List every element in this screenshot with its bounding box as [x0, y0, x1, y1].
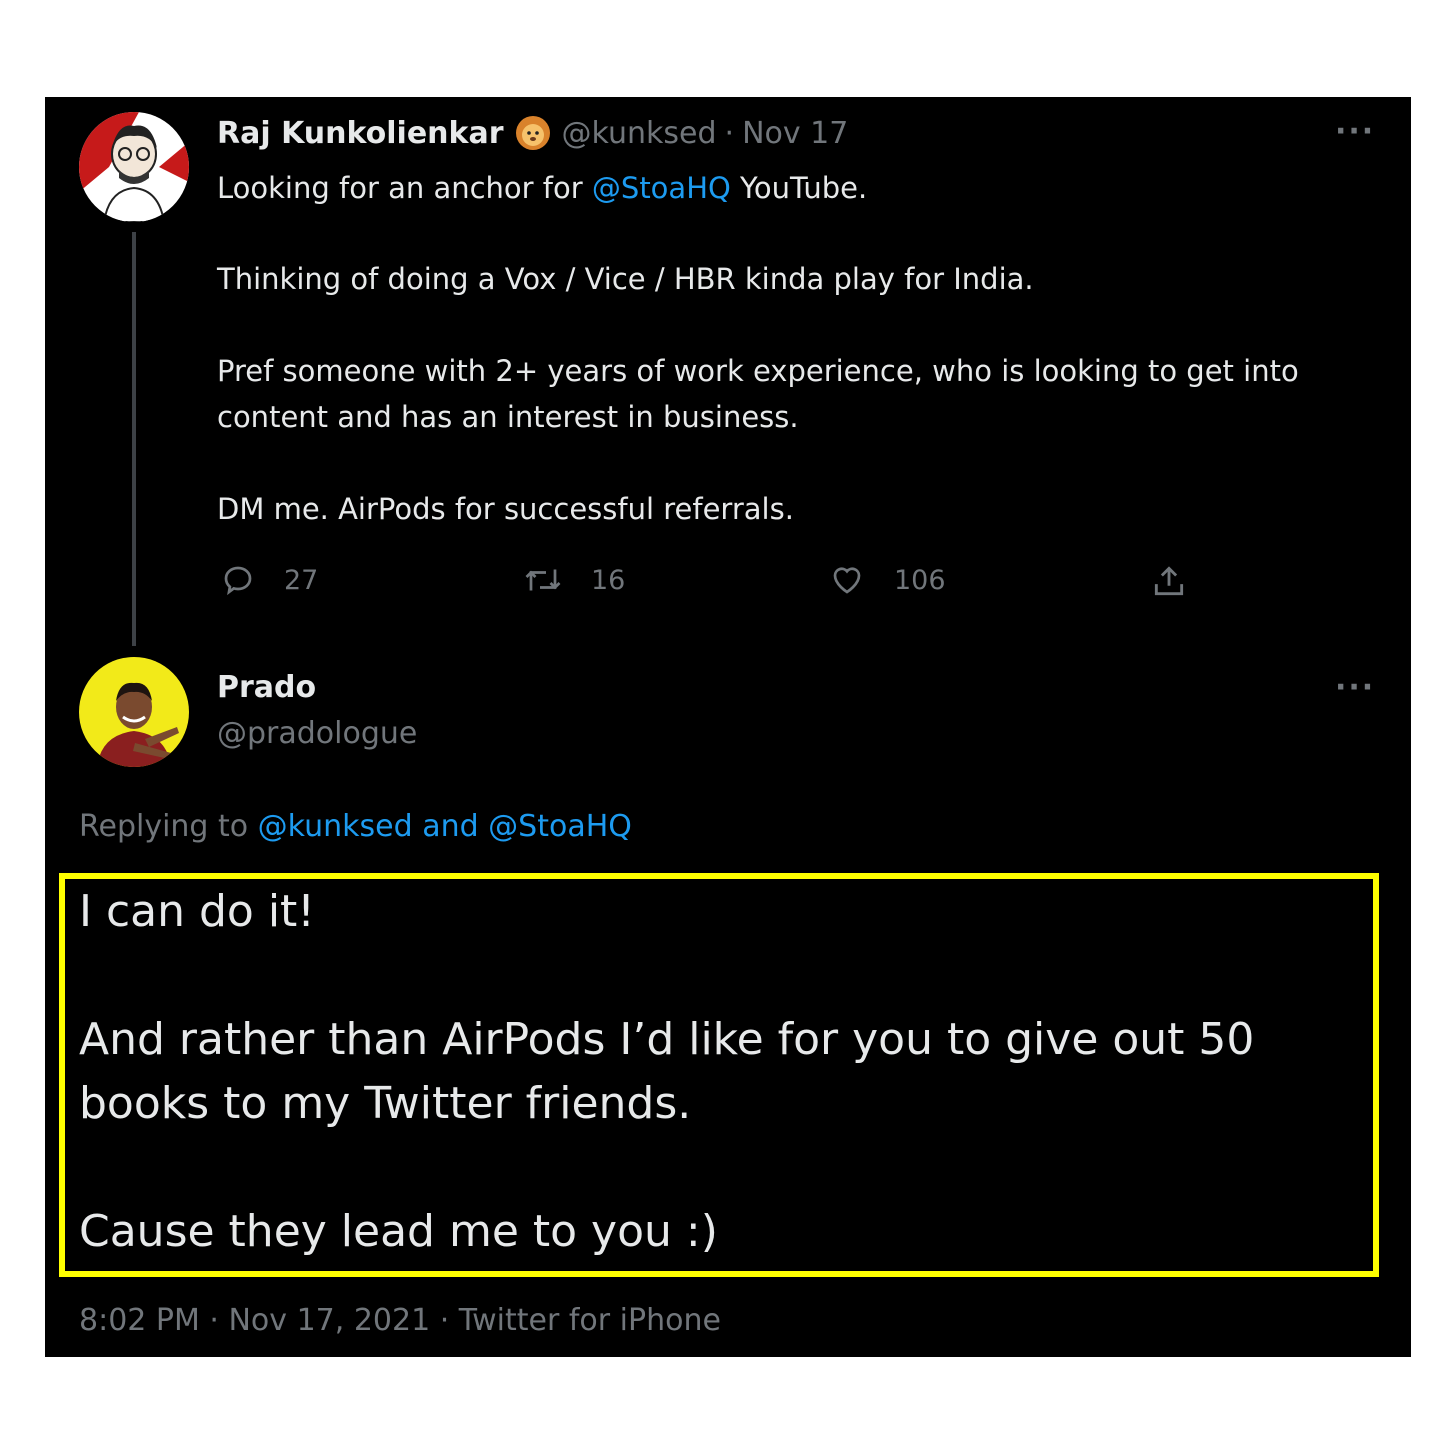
prado-avatar[interactable]	[79, 657, 189, 767]
thread-connector-line	[132, 232, 136, 646]
author-name[interactable]: Raj Kunkolienkar	[217, 116, 504, 151]
parent-tweet-line-1: Looking for an anchor for @StoaHQ YouTub…	[217, 165, 867, 211]
reply-line-4: Cause they lead me to you :)	[79, 1206, 718, 1257]
more-options-button[interactable]: ···	[1335, 114, 1375, 149]
parent-tweet-header: Raj Kunkolienkar @kunksed · Nov 17	[217, 114, 848, 152]
like-action[interactable]: 106	[828, 562, 946, 598]
reply-action[interactable]: 27	[220, 562, 318, 598]
share-action[interactable]	[1150, 562, 1216, 600]
separator-dot: ·	[724, 115, 735, 151]
text-span: Looking for an anchor for	[217, 171, 592, 205]
author-handle[interactable]: @kunksed	[562, 116, 717, 151]
retweet-action[interactable]: 16	[523, 562, 625, 598]
text-span: YouTube.	[730, 171, 868, 205]
heart-icon	[833, 567, 861, 594]
mention-stoahq-link[interactable]: @StoaHQ	[592, 171, 731, 205]
retweet-icon	[525, 569, 561, 591]
like-count: 106	[894, 564, 946, 596]
parent-tweet-line-2: Thinking of doing a Vox / Vice / HBR kin…	[217, 262, 1034, 296]
reply-line-3: books to my Twitter friends.	[79, 1078, 692, 1129]
reply-author-name[interactable]: Prado	[217, 670, 316, 705]
tweet-thread-panel: Raj Kunkolienkar @kunksed · Nov 17 ··· L…	[45, 97, 1411, 1357]
tweet-timestamp[interactable]: 8:02 PM · Nov 17, 2021 · Twitter for iPh…	[79, 1303, 721, 1338]
reply-icon	[224, 566, 252, 596]
raj-avatar[interactable]	[79, 112, 189, 222]
replying-to-mentions[interactable]: @kunksed and @StoaHQ	[258, 809, 632, 844]
replying-prefix: Replying to	[79, 809, 258, 844]
share-icon	[1154, 566, 1184, 596]
reply-line-2: And rather than AirPods I’d like for you…	[79, 1014, 1255, 1065]
parent-tweet-line-4: content and has an interest in business.	[217, 400, 799, 434]
parent-tweet-line-5: DM me. AirPods for successful referrals.	[217, 492, 794, 526]
reply-count: 27	[284, 564, 319, 596]
reply-more-options-button[interactable]: ···	[1335, 670, 1375, 705]
reply-line-1: I can do it!	[79, 886, 315, 937]
reply-author-handle[interactable]: @pradologue	[217, 716, 417, 751]
replying-to: Replying to @kunksed and @StoaHQ	[79, 809, 632, 844]
retweet-count: 16	[591, 564, 626, 596]
tweet-date[interactable]: Nov 17	[742, 116, 848, 151]
parent-tweet-line-3: Pref someone with 2+ years of work exper…	[217, 354, 1299, 388]
lion-emoji-icon	[514, 114, 552, 152]
